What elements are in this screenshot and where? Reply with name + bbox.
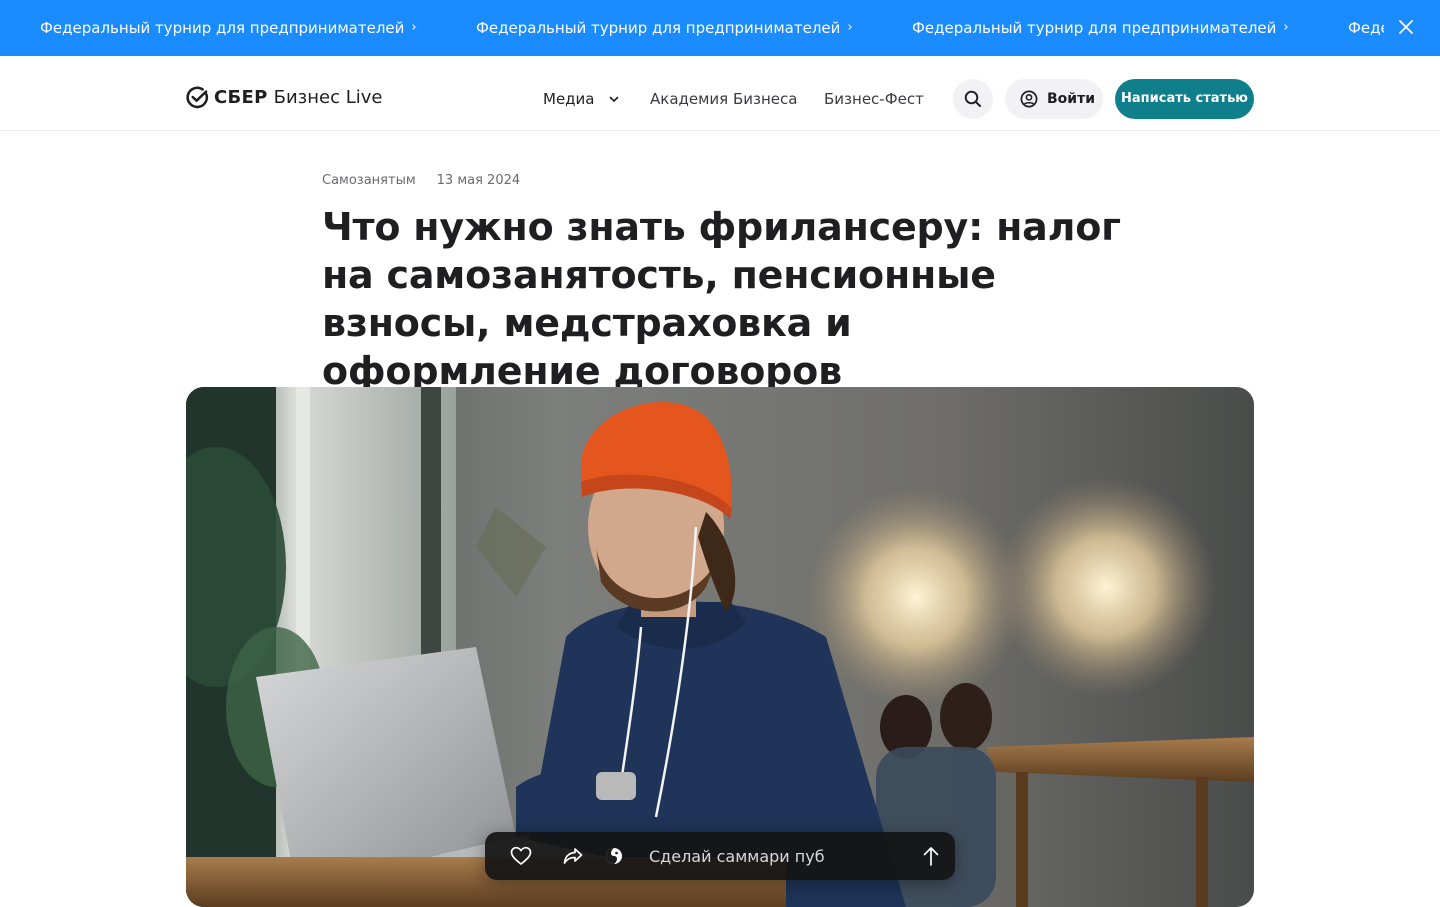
promo-link[interactable]: Федеральный турнир для предпринимателей › bbox=[40, 0, 417, 56]
sber-logo-icon bbox=[186, 86, 209, 108]
chevron-right-icon: › bbox=[411, 20, 417, 35]
chevron-right-icon: › bbox=[847, 20, 853, 35]
article-date: 13 мая 2024 bbox=[436, 173, 521, 188]
share-button[interactable] bbox=[561, 844, 585, 868]
promo-link-label: Федеральный турнир для предпринимателей bbox=[476, 19, 841, 37]
write-article-button[interactable]: Написать статью bbox=[1115, 79, 1254, 119]
promo-link-label: Федеральный турнир для предпринимателей bbox=[912, 19, 1277, 37]
close-icon bbox=[1399, 20, 1413, 34]
scroll-top-button[interactable] bbox=[919, 844, 943, 868]
search-icon bbox=[964, 90, 981, 107]
heart-icon bbox=[510, 846, 532, 865]
nav-item-academy[interactable]: Академия Бизнеса bbox=[650, 90, 797, 108]
hero-image bbox=[186, 387, 1254, 907]
promo-link-label: Федеральный турнир для предпринимателей bbox=[40, 19, 405, 37]
like-button[interactable] bbox=[509, 844, 533, 868]
gigachat-icon bbox=[606, 848, 622, 864]
chevron-down-icon bbox=[609, 96, 619, 102]
article-action-bar bbox=[485, 832, 955, 880]
article-meta: Самозанятым 13 мая 2024 bbox=[322, 173, 520, 188]
promo-close-button[interactable] bbox=[1384, 0, 1440, 56]
ai-summary-button[interactable] bbox=[602, 844, 626, 868]
nav-item-media[interactable]: Медиа bbox=[543, 90, 619, 108]
article-category-link[interactable]: Самозанятым bbox=[322, 173, 416, 188]
chevron-right-icon: › bbox=[1283, 20, 1289, 35]
logo-link[interactable]: СБЕР Бизнес Live bbox=[186, 85, 382, 109]
login-button[interactable]: Войти bbox=[1005, 79, 1103, 119]
search-button[interactable] bbox=[953, 79, 993, 119]
logo-subtitle: Бизнес Live bbox=[273, 86, 383, 108]
nav-item-fest[interactable]: Бизнес-Фест bbox=[824, 90, 924, 108]
article-title: Что нужно знать фрилансеру: налог на сам… bbox=[322, 205, 1121, 393]
login-button-label: Войти bbox=[1047, 91, 1096, 107]
promo-link[interactable]: Федеральный турнир для предпринимателей › bbox=[912, 0, 1289, 56]
summary-prompt-input[interactable] bbox=[649, 842, 899, 870]
hero-photo bbox=[186, 387, 1254, 907]
logo-brand: СБЕР bbox=[214, 86, 268, 108]
user-icon bbox=[1020, 90, 1038, 108]
promo-link[interactable]: Федеральный турнир для предпринимателей › bbox=[476, 0, 853, 56]
promo-banner: Федеральный турнир для предпринимателей ›… bbox=[0, 0, 1440, 56]
share-icon bbox=[563, 848, 583, 864]
site-header: СБЕР Бизнес Live Медиа Академия Бизнеса … bbox=[0, 56, 1440, 131]
nav-item-label: Медиа bbox=[543, 90, 595, 108]
arrow-up-icon bbox=[923, 847, 939, 866]
